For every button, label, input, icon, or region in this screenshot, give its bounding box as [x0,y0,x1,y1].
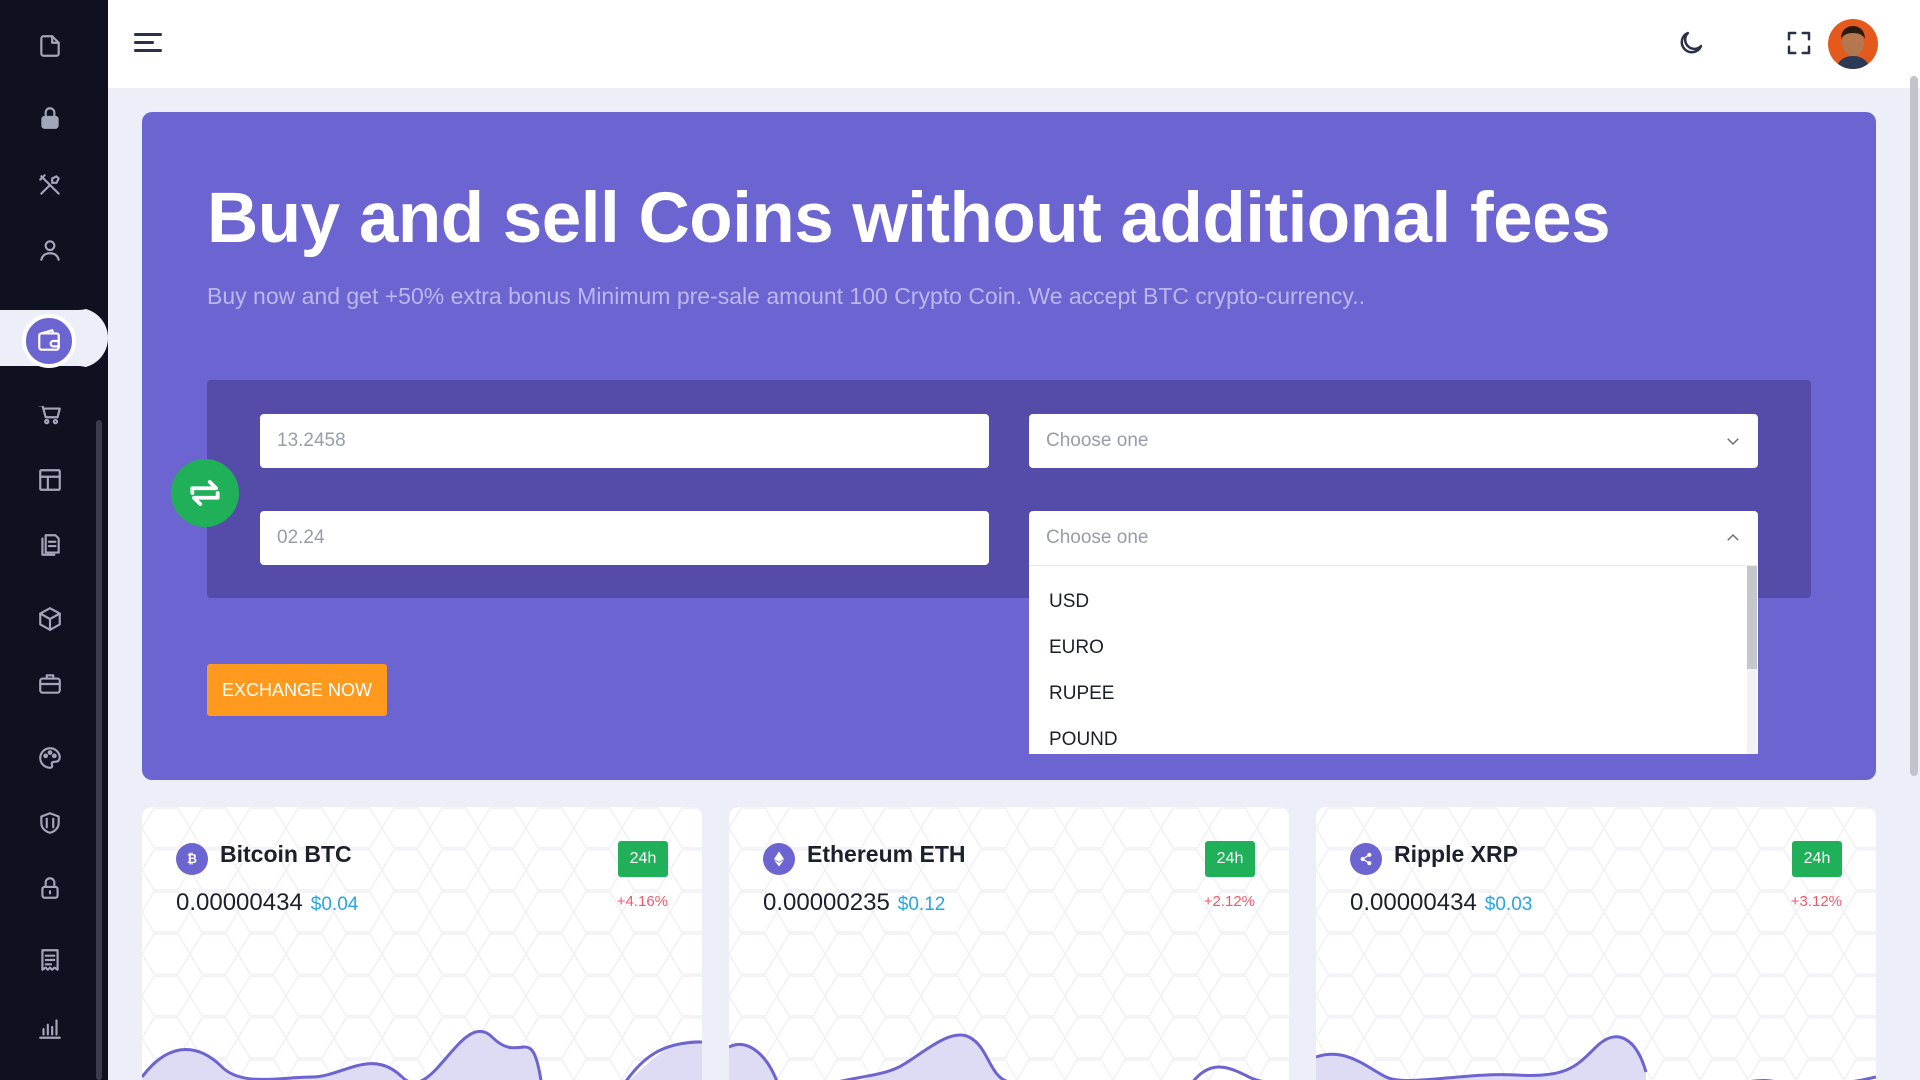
coin-card-ethereum[interactable]: Ethereum ETH 0.00000235 $0.12 24h +2.12% [729,807,1289,1080]
bitcoin-icon: ₿ [176,843,208,875]
ethereum-icon [763,843,795,875]
tools-icon[interactable] [34,169,66,201]
option-pound[interactable]: POUND [1049,729,1118,751]
sidebar [0,0,108,1080]
coin-name: Bitcoin BTC [220,841,352,867]
top-header [108,0,1920,88]
currency-select-2-placeholder: Choose one [1046,527,1149,548]
briefcase-icon[interactable] [34,668,66,700]
swap-icon[interactable] [171,459,239,527]
coin-name: Ethereum ETH [807,841,966,867]
sidebar-scrollbar[interactable] [96,420,102,1080]
receipt-icon[interactable] [34,944,66,976]
user-icon[interactable] [34,234,66,266]
option-usd[interactable]: USD [1049,591,1089,613]
padlock-icon[interactable] [34,872,66,904]
menu-toggle-icon[interactable] [134,31,164,55]
file-icon[interactable] [34,30,66,62]
sidebar-notch-top [0,270,108,310]
coin-card-ripple[interactable]: Ripple XRP 0.00000434 $0.03 24h +3.12% [1316,807,1876,1080]
dark-mode-icon[interactable] [1676,28,1706,58]
bar-chart-icon[interactable] [34,1012,66,1044]
coin-value: 0.00000434 $0.04 [176,889,359,916]
wallet-icon[interactable] [22,314,76,368]
period-badge[interactable]: 24h [618,841,668,877]
lock-icon[interactable] [34,102,66,134]
box-icon[interactable] [34,603,66,635]
period-badge[interactable]: 24h [1205,841,1255,877]
currency-select-1-placeholder: Choose one [1046,430,1149,451]
sidebar-notch-bottom [0,366,108,406]
coin-value: 0.00000434 $0.03 [1350,889,1533,916]
option-euro[interactable]: EURO [1049,637,1104,659]
ripple-icon [1350,843,1382,875]
palette-icon[interactable] [34,742,66,774]
currency-select-1[interactable]: Choose one [1029,414,1758,468]
coin-usd-value: $0.12 [897,894,946,915]
currency-select-2[interactable]: Choose one [1029,511,1758,565]
layout-icon[interactable] [34,464,66,496]
chevron-down-icon [1724,432,1742,450]
shield-icon[interactable] [34,807,66,839]
documents-icon[interactable] [34,529,66,561]
coin-card-bitcoin[interactable]: ₿ Bitcoin BTC 0.00000434 $0.04 24h +4.16% [142,807,702,1080]
page-scrollbar[interactable] [1910,76,1918,776]
fullscreen-icon[interactable] [1784,28,1814,58]
option-rupee[interactable]: RUPEE [1049,683,1114,705]
svg-text:₿: ₿ [187,851,197,866]
period-badge[interactable]: 24h [1792,841,1842,877]
price-change: +3.12% [1790,893,1842,910]
chevron-up-icon [1724,529,1742,547]
coin-value: 0.00000235 $0.12 [763,889,946,916]
avatar[interactable] [1828,19,1878,69]
dropdown-scrollbar-thumb[interactable] [1747,566,1757,669]
coin-name: Ripple XRP [1394,841,1518,867]
currency-dropdown-list: USD EURO RUPEE POUND [1029,565,1758,754]
exchange-now-button[interactable]: EXCHANGE NOW [207,664,387,716]
hero-title: Buy and sell Coins without additional fe… [207,179,1611,258]
price-change: +4.16% [616,893,668,910]
coin-usd-value: $0.03 [1484,894,1533,915]
price-change: +2.12% [1203,893,1255,910]
coin-usd-value: $0.04 [310,894,359,915]
amount-input-1[interactable]: 13.2458 [260,414,989,468]
hero-subtitle: Buy now and get +50% extra bonus Minimum… [207,283,1365,309]
amount-input-2[interactable]: 02.24 [260,511,989,565]
